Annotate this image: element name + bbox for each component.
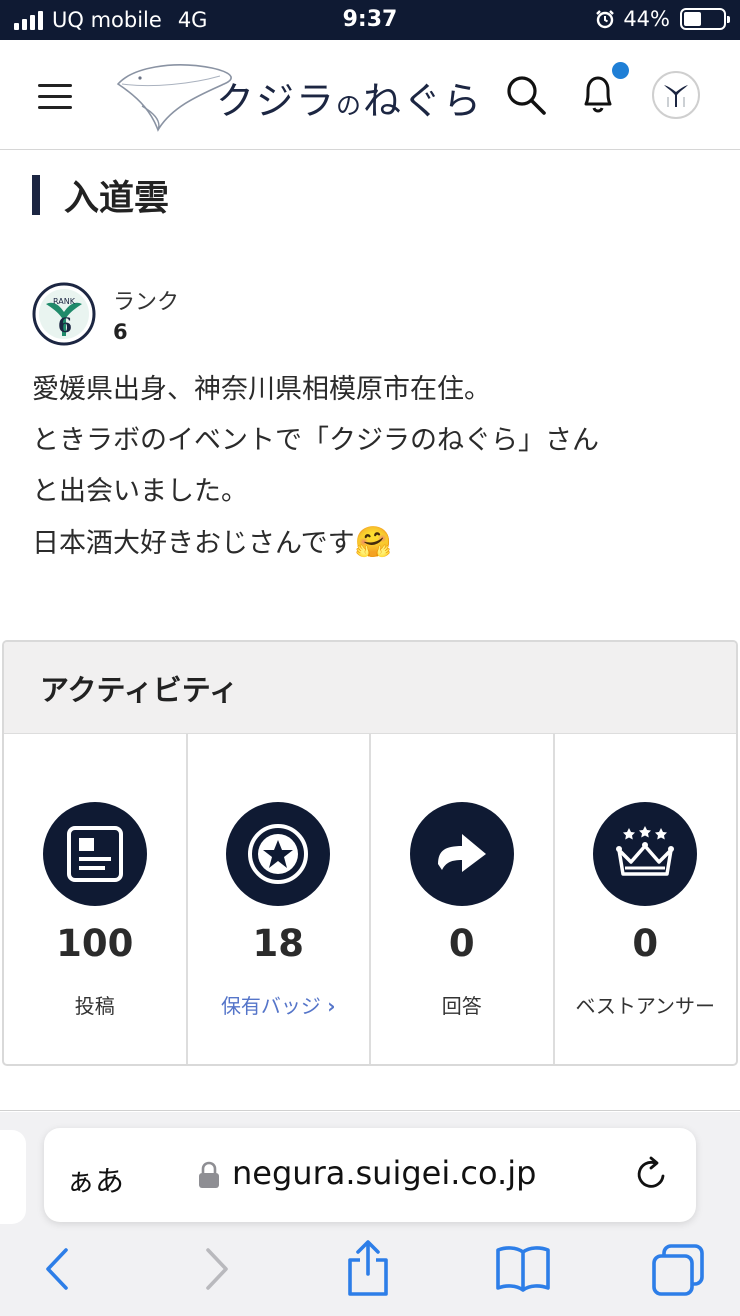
badge-star-icon [226, 802, 331, 906]
bio-line: 愛媛県出身、神奈川県相模原市在住。 [32, 374, 491, 405]
whale-tail-icon [664, 85, 688, 107]
activity-answers[interactable]: 0 回答 [371, 734, 555, 1064]
crown-icon [593, 802, 698, 906]
svg-text:6: 6 [58, 313, 72, 337]
profile-name: 入道雲 [64, 179, 170, 219]
reload-icon[interactable] [632, 1154, 672, 1194]
activity-posts[interactable]: 100 投稿 [4, 734, 188, 1064]
notification-dot [612, 62, 629, 79]
svg-text:RANK: RANK [53, 297, 76, 306]
back-arrow-icon[interactable] [42, 1244, 74, 1294]
menu-button[interactable] [38, 82, 74, 110]
activity-best-answers[interactable]: 0 ベストアンサー [555, 734, 737, 1064]
lock-icon [199, 1161, 219, 1188]
title-accent-bar [32, 175, 40, 215]
alarm-icon [596, 10, 615, 29]
chevron-right-icon: › [327, 994, 336, 1018]
posts-count: 100 [56, 922, 134, 965]
avatar[interactable] [652, 71, 700, 119]
battery-percent: 44% [623, 7, 670, 31]
browser-bottom-bar: ぁあ negura.suigei.co.jp [0, 1112, 740, 1316]
bookmarks-icon[interactable] [494, 1244, 552, 1294]
bio-line: ときラボのイベントで「クジラのねぐら」さん [32, 425, 599, 456]
browser-toolbar [0, 1240, 740, 1304]
answer-arrow-icon [409, 802, 514, 906]
rank-badge-icon: RANK 6 [32, 282, 96, 346]
site-header: クジラのねぐら [0, 40, 740, 150]
search-icon[interactable] [505, 74, 547, 116]
bio-line: 日本酒大好きおじさんです🤗 [32, 525, 393, 560]
activity-badges[interactable]: 18 保有バッジ › [188, 734, 371, 1064]
page-settings-button[interactable]: ぁあ [66, 1158, 124, 1200]
status-bar: UQ mobile 4G 9:37 44% [0, 0, 740, 40]
bio-line: と出会いました。 [32, 476, 248, 507]
hugging-face-emoji-icon: 🤗 [354, 525, 393, 560]
address-bar[interactable]: ぁあ negura.suigei.co.jp [44, 1128, 696, 1222]
url-text[interactable]: negura.suigei.co.jp [232, 1154, 536, 1192]
badges-count: 18 [252, 922, 305, 965]
answers-label: 回答 [441, 994, 482, 1018]
tabs-icon[interactable] [650, 1242, 706, 1298]
activity-card: アクティビティ 100 投稿 18 保有バッジ › 0 回答 0 ベストアンサー [2, 640, 738, 1066]
best-answers-count: 0 [632, 922, 659, 965]
share-icon[interactable] [342, 1238, 394, 1298]
posts-label: 投稿 [74, 994, 115, 1018]
post-icon [42, 802, 147, 906]
divider [0, 1110, 740, 1111]
bell-icon[interactable] [578, 72, 618, 116]
forward-arrow-icon[interactable] [200, 1244, 232, 1294]
profile-bio: 愛媛県出身、神奈川県相模原市在住。 ときラボのイベントで「クジラのねぐら」さん … [32, 364, 722, 569]
rank-label: ランク [113, 290, 180, 315]
best-answers-label: ベストアンサー [575, 994, 716, 1018]
activity-title: アクティビティ [4, 642, 736, 734]
site-logo[interactable]: クジラのねぐら [112, 54, 481, 134]
rank-value: 6 [113, 320, 128, 344]
previous-tab-card[interactable] [0, 1130, 26, 1224]
battery-icon [680, 8, 730, 30]
answers-count: 0 [448, 922, 475, 965]
badges-link[interactable]: 保有バッジ › [188, 990, 370, 1019]
logo-text: クジラのねぐら [216, 79, 484, 123]
